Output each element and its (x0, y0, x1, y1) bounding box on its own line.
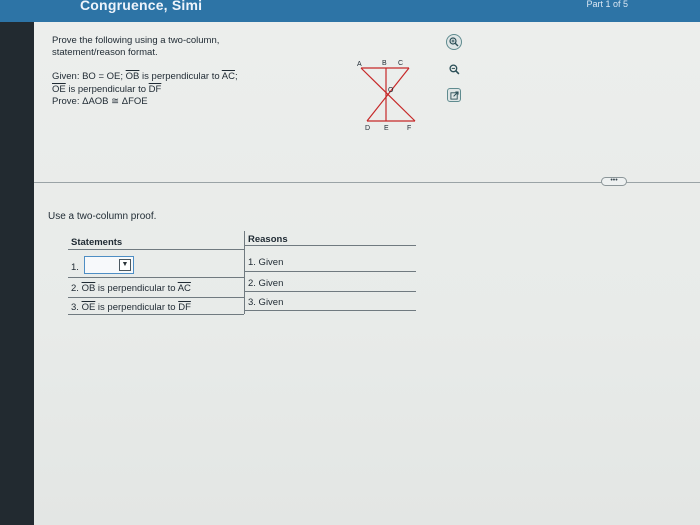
segment-cd (366, 67, 410, 122)
statement-cell: 3. OE is perpendicular to DF (71, 302, 191, 313)
expand-more-button[interactable]: ••• (601, 177, 627, 186)
statement-number: 1. (71, 262, 79, 273)
reason-cell: 2. Given (248, 278, 284, 289)
geometry-figure: A B C O D E F (357, 60, 416, 132)
given-line-2: OE is perpendicular to DF (52, 83, 162, 95)
given-line-1: Given: BO = OE; OB is perpendicular to A… (52, 71, 238, 82)
reason-cell: 3. Given (248, 297, 284, 308)
part-indicator: Part 1 of 5 (586, 0, 628, 9)
proof-instruction: Use a two-column proof. (48, 211, 157, 222)
zoom-out-icon (448, 63, 459, 74)
row1-rule-reasons (244, 271, 416, 272)
popout-icon (449, 90, 459, 100)
given-statement: Given: BO = OE; OB is perpendicular to A… (52, 71, 292, 109)
zoom-in-button[interactable] (446, 34, 462, 50)
statements-header: Statements (71, 237, 123, 248)
row2-rule-statements (68, 297, 244, 298)
label-e: E (384, 125, 389, 132)
header-rule-reasons (244, 245, 416, 246)
label-b: B (382, 60, 387, 67)
app-header: Congruence, Simi Part 1 of 5 (0, 0, 700, 22)
page-title: Congruence, Simi (80, 0, 203, 13)
statement-cell: 2. OB is perpendicular to AC (71, 283, 191, 294)
dropdown-arrow-icon: ▼ (119, 259, 131, 271)
label-a: A (357, 61, 362, 68)
label-d: D (365, 125, 370, 132)
zoom-out-button[interactable] (446, 61, 462, 77)
reason-cell: 1. Given (248, 257, 284, 268)
popout-button[interactable] (447, 88, 461, 102)
instruction-text: Prove the following using a two-column, … (52, 35, 220, 58)
row3-rule-reasons (244, 310, 416, 311)
row1-rule-statements (68, 277, 244, 278)
label-f: F (407, 125, 411, 132)
header-rule-statements (68, 249, 244, 250)
left-edge-shadow (0, 22, 34, 525)
statement-1-dropdown[interactable]: ▼ (84, 256, 134, 274)
row3-rule-statements (68, 314, 244, 315)
label-c: C (398, 60, 403, 67)
reasons-header: Reasons (248, 234, 288, 245)
zoom-in-icon (449, 37, 459, 47)
prove-line: Prove: ΔAOB ≅ ΔFOE (52, 96, 148, 107)
column-divider (244, 231, 245, 314)
label-o: O (388, 87, 394, 94)
row2-rule-reasons (244, 291, 416, 292)
